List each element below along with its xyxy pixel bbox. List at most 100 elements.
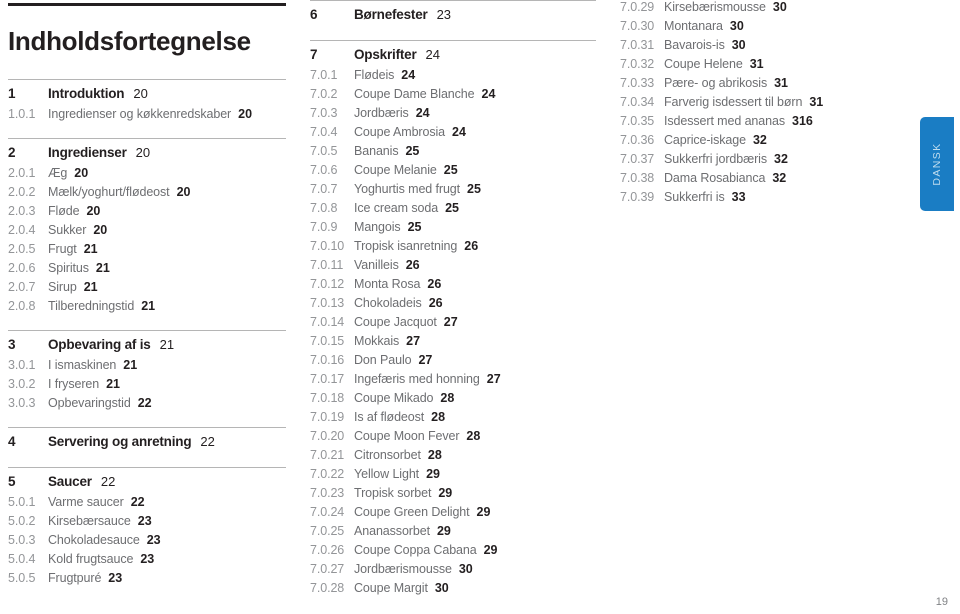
toc-entry-page: 21	[106, 377, 121, 391]
toc-entry-number: 7.0.31	[620, 38, 655, 52]
toc-entry-page: 22	[130, 495, 145, 509]
toc-column-middle: 6 Børnefester 23 7 Opskrifter 24 7.0.1 Flødeis 2…	[310, 0, 596, 612]
toc-entry[interactable]: 7.0.21 Citronsorbet 28	[310, 448, 596, 467]
toc-entry[interactable]: 2.0.7 Sirup 21	[8, 280, 286, 299]
toc-entry[interactable]: 7.0.5 Bananis 25	[310, 144, 596, 163]
toc-entry-page: 20	[176, 185, 191, 199]
toc-section-heading[interactable]: 4 Servering og anretning 22	[8, 434, 286, 455]
toc-entry-title: Spiritus	[48, 261, 89, 275]
toc-entry[interactable]: 7.0.10 Tropisk isanretning 26	[310, 239, 596, 258]
toc-entry[interactable]: 3.0.2 I fryseren 21	[8, 377, 286, 396]
toc-entry[interactable]: 5.0.5 Frugtpuré 23	[8, 571, 286, 590]
toc-entry[interactable]: 7.0.7 Yoghurtis med frugt 25	[310, 182, 596, 201]
toc-entry-number: 7.0.12	[310, 277, 345, 291]
toc-entry[interactable]: 2.0.3 Fløde 20	[8, 204, 286, 223]
toc-section-heading[interactable]: 2 Ingredienser 20	[8, 145, 286, 166]
toc-entry-number: 7.0.9	[310, 220, 338, 234]
toc-entry[interactable]: 2.0.4 Sukker 20	[8, 223, 286, 242]
toc-entry[interactable]: 7.0.22 Yellow Light 29	[310, 467, 596, 486]
toc-entry[interactable]: 7.0.39 Sukkerfri is 33	[620, 190, 902, 209]
language-tab-dansk[interactable]: DANSK	[920, 117, 954, 211]
toc-entry[interactable]: 3.0.3 Opbevaringstid 22	[8, 396, 286, 415]
toc-entry[interactable]: 2.0.5 Frugt 21	[8, 242, 286, 261]
toc-entry[interactable]: 2.0.6 Spiritus 21	[8, 261, 286, 280]
toc-entry-number: 2.0.1	[8, 166, 36, 180]
toc-section-heading[interactable]: 5 Saucer 22	[8, 474, 286, 495]
toc-entry[interactable]: 2.0.2 Mælk/yoghurt/flødeost 20	[8, 185, 286, 204]
toc-entry[interactable]: 2.0.1 Æg 20	[8, 166, 286, 185]
toc-section-heading[interactable]: 7 Opskrifter 24	[310, 47, 596, 68]
toc-entry[interactable]: 7.0.14 Coupe Jacquot 27	[310, 315, 596, 334]
toc-entry-title: Dama Rosabianca	[664, 171, 766, 185]
toc-entry-number: 3.0.2	[8, 377, 36, 391]
toc-page: Indholdsfortegnelse 1 Introduktion 20 1.0.1…	[0, 0, 960, 614]
toc-entry[interactable]: 7.0.33 Pære- og abrikosis 31	[620, 76, 902, 95]
toc-entry-number: 7.0.6	[310, 163, 338, 177]
toc-entry-page: 28	[466, 429, 481, 443]
toc-entry-number: 5.0.5	[8, 571, 36, 585]
toc-entry[interactable]: 7.0.13 Chokoladeis 26	[310, 296, 596, 315]
toc-entry[interactable]: 7.0.36 Caprice-iskage 32	[620, 133, 902, 152]
toc-entry[interactable]: 7.0.29 Kirsebærismousse 30	[620, 0, 902, 19]
toc-entry-page: 21	[83, 242, 98, 256]
toc-entry-title: Mælk/yoghurt/flødeost	[48, 185, 170, 199]
toc-entry-page: 22	[137, 396, 152, 410]
toc-entry[interactable]: 7.0.27 Jordbærismousse 30	[310, 562, 596, 581]
toc-section-page: 23	[436, 7, 452, 22]
toc-entry[interactable]: 7.0.1 Flødeis 24	[310, 68, 596, 87]
toc-entry-number: 7.0.25	[310, 524, 345, 538]
toc-entry[interactable]: 7.0.23 Tropisk sorbet 29	[310, 486, 596, 505]
toc-entry-page: 27	[406, 334, 421, 348]
toc-entry[interactable]: 7.0.18 Coupe Mikado 28	[310, 391, 596, 410]
toc-entry[interactable]: 7.0.6 Coupe Melanie 25	[310, 163, 596, 182]
toc-entry[interactable]: 7.0.34 Farverig isdessert til børn 31	[620, 95, 902, 114]
toc-entry[interactable]: 7.0.32 Coupe Helene 31	[620, 57, 902, 76]
toc-entry-page: 30	[458, 562, 473, 576]
toc-entry-number: 7.0.10	[310, 239, 345, 253]
toc-entry[interactable]: 5.0.2 Kirsebærsauce 23	[8, 514, 286, 533]
toc-section-heading[interactable]: 6 Børnefester 23	[310, 7, 596, 28]
toc-entry[interactable]: 3.0.1 I ismaskinen 21	[8, 358, 286, 377]
toc-entry[interactable]: 1.0.1 Ingredienser og køkkenredskaber 20	[8, 107, 286, 126]
toc-entry[interactable]: 7.0.4 Coupe Ambrosia 24	[310, 125, 596, 144]
toc-sections-right: 7.0.29 Kirsebærismousse 30 7.0.30 Montanara 3…	[620, 0, 902, 209]
toc-entry[interactable]: 7.0.38 Dama Rosabianca 32	[620, 171, 902, 190]
toc-entry[interactable]: 7.0.9 Mangois 25	[310, 220, 596, 239]
toc-entry[interactable]: 7.0.25 Ananassorbet 29	[310, 524, 596, 543]
toc-entry[interactable]: 7.0.19 Is af flødeost 28	[310, 410, 596, 429]
toc-entry[interactable]: 7.0.16 Don Paulo 27	[310, 353, 596, 372]
toc-entry-number: 7.0.1	[310, 68, 338, 82]
toc-entry[interactable]: 7.0.12 Monta Rosa 26	[310, 277, 596, 296]
toc-entry[interactable]: 5.0.4 Kold frugtsauce 23	[8, 552, 286, 571]
toc-entry[interactable]: 5.0.3 Chokoladesauce 23	[8, 533, 286, 552]
toc-entry[interactable]: 7.0.28 Coupe Margit 30	[310, 581, 596, 600]
toc-entry[interactable]: 7.0.30 Montanara 30	[620, 19, 902, 38]
toc-entry[interactable]: 7.0.20 Coupe Moon Fever 28	[310, 429, 596, 448]
toc-section-heading[interactable]: 3 Opbevaring af is 21	[8, 337, 286, 358]
toc-entry[interactable]: 7.0.11 Vanilleis 26	[310, 258, 596, 277]
toc-section: 3 Opbevaring af is 21 3.0.1 I ismaskinen 21 3.…	[8, 330, 286, 427]
toc-entry-page: 23	[137, 514, 152, 528]
toc-entry[interactable]: 7.0.37 Sukkerfri jordbæris 32	[620, 152, 902, 171]
toc-entry-number: 5.0.2	[8, 514, 36, 528]
toc-section-heading[interactable]: 1 Introduktion 20	[8, 86, 286, 107]
toc-entry[interactable]: 7.0.26 Coupe Coppa Cabana 29	[310, 543, 596, 562]
toc-entry-number: 1.0.1	[8, 107, 36, 121]
toc-entry-number: 7.0.32	[620, 57, 655, 71]
toc-entry[interactable]: 7.0.17 Ingefæris med honning 27	[310, 372, 596, 391]
toc-entry[interactable]: 7.0.31 Bavarois-is 30	[620, 38, 902, 57]
toc-entry[interactable]: 7.0.2 Coupe Dame Blanche 24	[310, 87, 596, 106]
toc-entry[interactable]: 2.0.8 Tilberedningstid 21	[8, 299, 286, 318]
toc-entry[interactable]: 7.0.15 Mokkais 27	[310, 334, 596, 353]
toc-entry[interactable]: 7.0.8 Ice cream soda 25	[310, 201, 596, 220]
toc-entry-title: Farverig isdessert til børn	[664, 95, 803, 109]
toc-entry-page: 28	[440, 391, 455, 405]
toc-entry[interactable]: 7.0.24 Coupe Green Delight 29	[310, 505, 596, 524]
toc-entry[interactable]: 5.0.1 Varme saucer 22	[8, 495, 286, 514]
toc-entry-number: 2.0.3	[8, 204, 36, 218]
toc-entry[interactable]: 7.0.35 Isdessert med ananas 316	[620, 114, 902, 133]
toc-entry[interactable]: 7.0.3 Jordbæris 24	[310, 106, 596, 125]
toc-entry-title: Pære- og abrikosis	[664, 76, 768, 90]
